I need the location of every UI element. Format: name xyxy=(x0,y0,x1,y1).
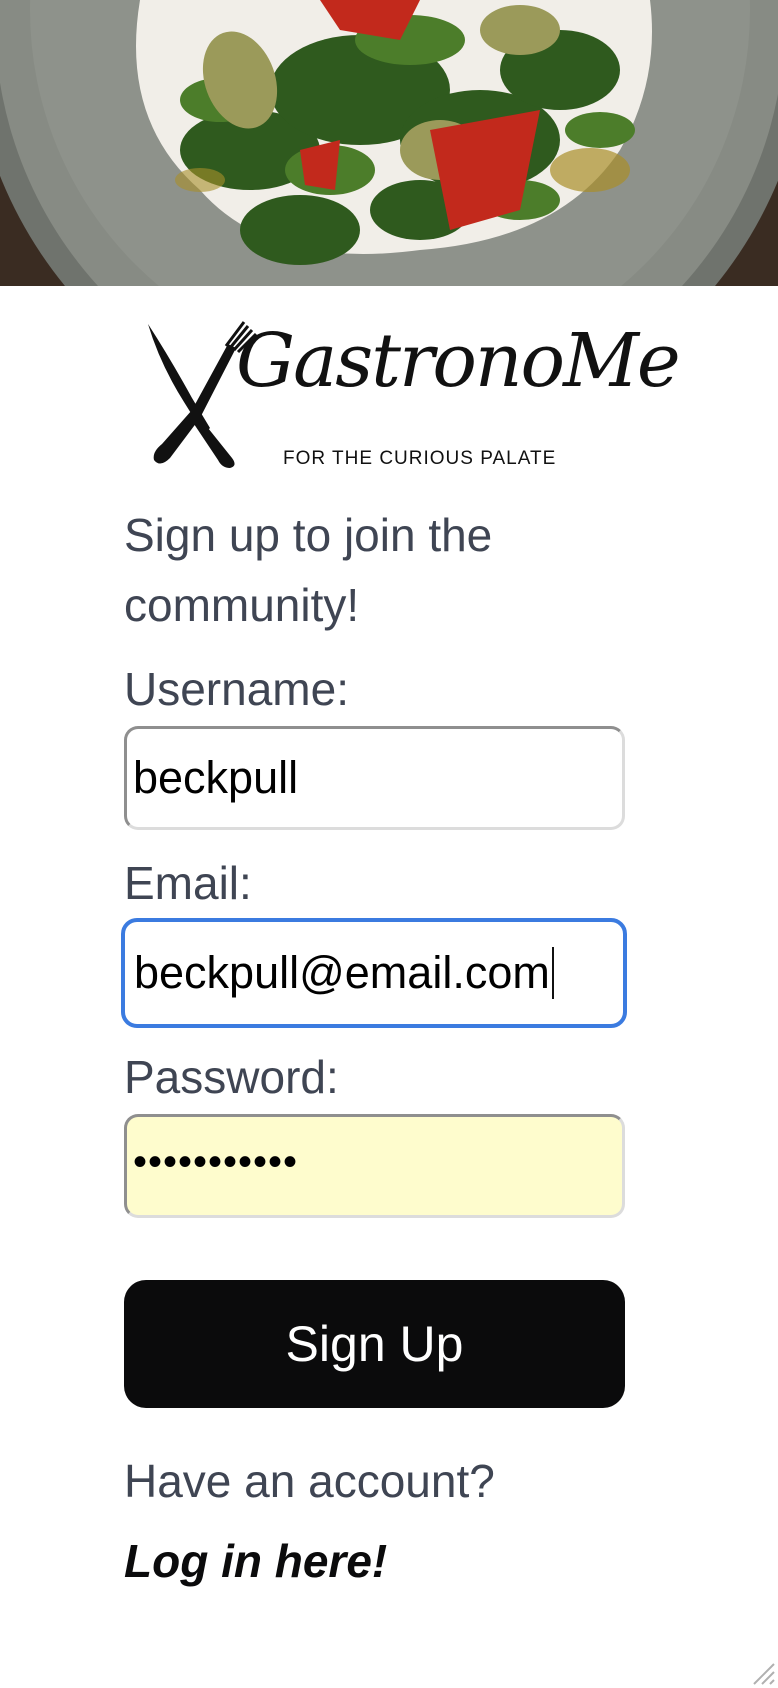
have-account-text: Have an account? xyxy=(124,1455,495,1507)
password-label: Password: xyxy=(124,1051,339,1103)
username-value: beckpull xyxy=(133,752,299,803)
resize-grip-icon[interactable] xyxy=(746,1656,776,1686)
brand-name: GastronoMe xyxy=(236,318,681,404)
text-caret xyxy=(551,947,554,999)
email-value: beckpull@email.com xyxy=(134,947,550,998)
username-label: Username: xyxy=(124,663,349,715)
username-input[interactable]: beckpull xyxy=(124,726,625,830)
brand-tagline: FOR THE CURIOUS PALATE xyxy=(283,448,557,469)
sign-up-button[interactable]: Sign Up xyxy=(124,1280,625,1408)
hero-food-image xyxy=(0,0,778,286)
password-mask: ••••••••••• xyxy=(133,1139,299,1184)
email-input[interactable]: beckpull@email.com xyxy=(121,918,627,1028)
brand-logo: GastronoMe FOR THE CURIOUS PALATE xyxy=(140,318,681,478)
signup-form: Sign up to join the community! Username:… xyxy=(121,500,628,1588)
password-input[interactable]: ••••••••••• xyxy=(124,1114,625,1218)
email-label: Email: xyxy=(124,857,252,909)
signup-intro: Sign up to join the community! xyxy=(124,509,493,631)
login-link[interactable]: Log in here! xyxy=(124,1534,387,1588)
